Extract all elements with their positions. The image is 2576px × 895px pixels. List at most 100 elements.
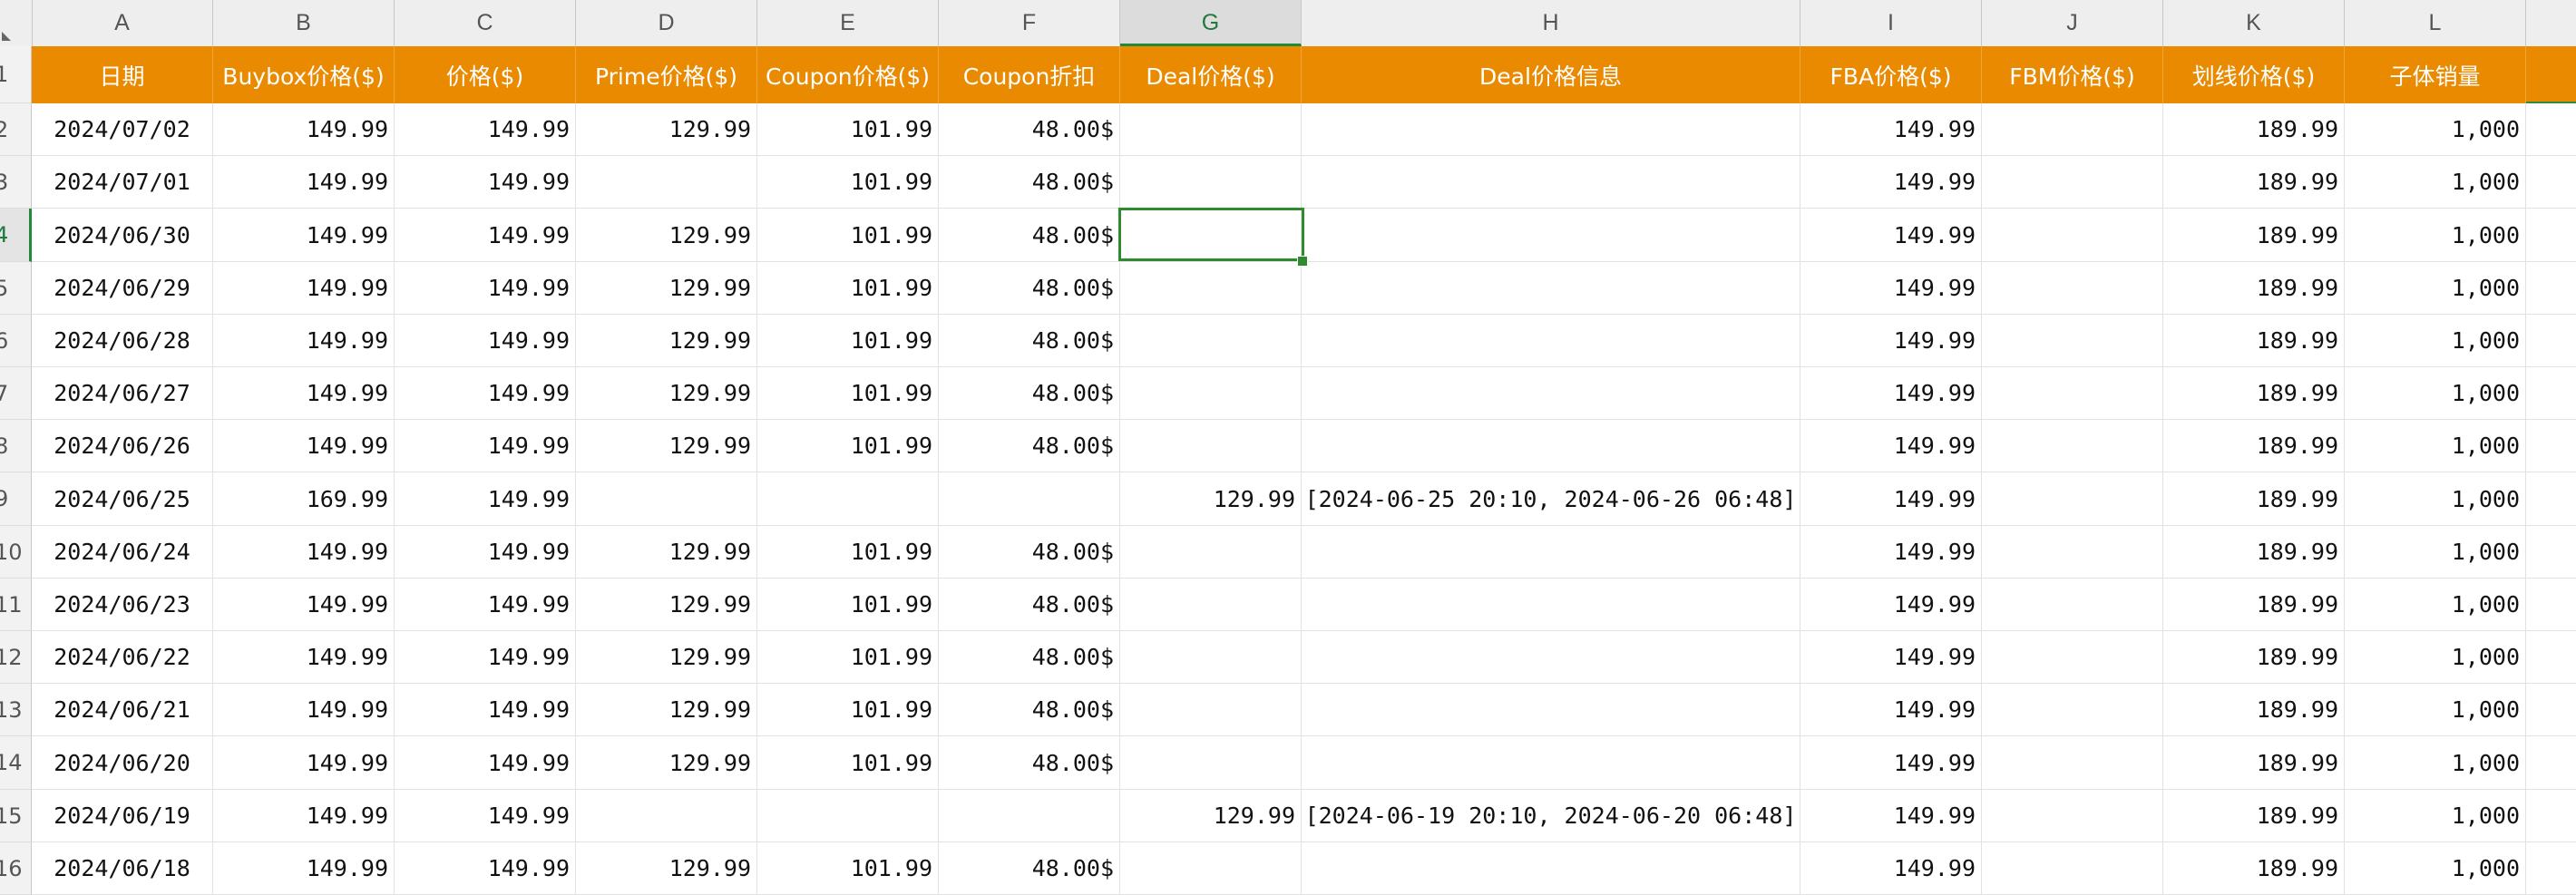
- fill-handle[interactable]: [1297, 256, 1308, 267]
- cell-a5[interactable]: 2024/06/29: [32, 262, 213, 315]
- cell-d9[interactable]: [576, 472, 757, 526]
- cell-c8[interactable]: 149.99: [395, 420, 576, 472]
- cell-h5[interactable]: [1302, 262, 1800, 315]
- cell-b9[interactable]: 169.99: [213, 472, 395, 526]
- cell-d5[interactable]: 129.99: [576, 262, 757, 315]
- cell-j3[interactable]: [1982, 156, 2163, 209]
- column-header-f[interactable]: F: [939, 0, 1120, 46]
- cell-a2[interactable]: 2024/07/02: [32, 103, 213, 156]
- cell-g12[interactable]: [1120, 631, 1302, 684]
- cell-a9[interactable]: 2024/06/25: [32, 472, 213, 526]
- cell-g10[interactable]: [1120, 526, 1302, 579]
- cell-c2[interactable]: 149.99: [395, 103, 576, 156]
- cell-f4[interactable]: 48.00$: [939, 209, 1120, 262]
- cell-g8[interactable]: [1120, 420, 1302, 472]
- cell-l4[interactable]: 1,000: [2345, 209, 2526, 262]
- cell-d15[interactable]: [576, 790, 757, 842]
- cell-f11[interactable]: 48.00$: [939, 579, 1120, 631]
- cell-k2[interactable]: 189.99: [2163, 103, 2345, 156]
- cell-i9[interactable]: 149.99: [1800, 472, 1982, 526]
- cell-a3[interactable]: 2024/07/01: [32, 156, 213, 209]
- cell-m9[interactable]: [2526, 472, 2576, 526]
- cell-b13[interactable]: 149.99: [213, 684, 395, 736]
- cell-d2[interactable]: 129.99: [576, 103, 757, 156]
- column-header-i[interactable]: I: [1800, 0, 1982, 46]
- select-all-corner[interactable]: [0, 0, 33, 46]
- cell-i15[interactable]: 149.99: [1800, 790, 1982, 842]
- cell-c11[interactable]: 149.99: [395, 579, 576, 631]
- cell-f5[interactable]: 48.00$: [939, 262, 1120, 315]
- cell-c5[interactable]: 149.99: [395, 262, 576, 315]
- cell-m7[interactable]: [2526, 367, 2576, 420]
- cell-a16[interactable]: 2024/06/18: [32, 842, 213, 895]
- cell-h9[interactable]: [2024-06-25 20:10, 2024-06-26 06:48]: [1302, 472, 1800, 526]
- row-header-13[interactable]: 13: [0, 684, 32, 736]
- cell-g4[interactable]: [1120, 209, 1302, 262]
- cell-i4[interactable]: 149.99: [1800, 209, 1982, 262]
- cell-k13[interactable]: 189.99: [2163, 684, 2345, 736]
- cell-l7[interactable]: 1,000: [2345, 367, 2526, 420]
- header-cell-k[interactable]: 划线价格($): [2163, 46, 2345, 103]
- cell-e13[interactable]: 101.99: [757, 684, 939, 736]
- cell-m6[interactable]: [2526, 315, 2576, 367]
- cell-b11[interactable]: 149.99: [213, 579, 395, 631]
- cell-k3[interactable]: 189.99: [2163, 156, 2345, 209]
- cell-k6[interactable]: 189.99: [2163, 315, 2345, 367]
- column-header-k[interactable]: K: [2163, 0, 2345, 46]
- column-header-a[interactable]: A: [32, 0, 213, 46]
- cell-b10[interactable]: 149.99: [213, 526, 395, 579]
- cell-e10[interactable]: 101.99: [757, 526, 939, 579]
- row-header-8[interactable]: 8: [0, 420, 32, 472]
- cell-a4[interactable]: 2024/06/30: [32, 209, 213, 262]
- cell-c6[interactable]: 149.99: [395, 315, 576, 367]
- cell-e2[interactable]: 101.99: [757, 103, 939, 156]
- cell-d10[interactable]: 129.99: [576, 526, 757, 579]
- row-header-7[interactable]: 7: [0, 367, 32, 420]
- cell-c3[interactable]: 149.99: [395, 156, 576, 209]
- row-header-9[interactable]: 9: [0, 472, 32, 526]
- cell-f10[interactable]: 48.00$: [939, 526, 1120, 579]
- cell-i5[interactable]: 149.99: [1800, 262, 1982, 315]
- cell-k10[interactable]: 189.99: [2163, 526, 2345, 579]
- cell-l13[interactable]: 1,000: [2345, 684, 2526, 736]
- cell-g6[interactable]: [1120, 315, 1302, 367]
- cell-i8[interactable]: 149.99: [1800, 420, 1982, 472]
- column-header-l[interactable]: L: [2345, 0, 2526, 46]
- cell-h12[interactable]: [1302, 631, 1800, 684]
- cell-e3[interactable]: 101.99: [757, 156, 939, 209]
- cell-m2[interactable]: [2526, 103, 2576, 156]
- cell-m8[interactable]: [2526, 420, 2576, 472]
- cell-a14[interactable]: 2024/06/20: [32, 736, 213, 790]
- row-header-16[interactable]: 16: [0, 842, 32, 895]
- column-header-h[interactable]: H: [1302, 0, 1800, 46]
- cell-a6[interactable]: 2024/06/28: [32, 315, 213, 367]
- cell-i7[interactable]: 149.99: [1800, 367, 1982, 420]
- row-header-1[interactable]: 1: [0, 46, 32, 103]
- column-header-d[interactable]: D: [576, 0, 757, 46]
- cell-m16[interactable]: [2526, 842, 2576, 895]
- cell-m4[interactable]: [2526, 209, 2576, 262]
- cell-b4[interactable]: 149.99: [213, 209, 395, 262]
- cell-l5[interactable]: 1,000: [2345, 262, 2526, 315]
- cell-b3[interactable]: 149.99: [213, 156, 395, 209]
- cell-d6[interactable]: 129.99: [576, 315, 757, 367]
- row-header-12[interactable]: 12: [0, 631, 32, 684]
- cell-g5[interactable]: [1120, 262, 1302, 315]
- cell-j13[interactable]: [1982, 684, 2163, 736]
- row-header-4[interactable]: 4: [0, 209, 32, 262]
- cell-k14[interactable]: 189.99: [2163, 736, 2345, 790]
- cell-b12[interactable]: 149.99: [213, 631, 395, 684]
- cell-f7[interactable]: 48.00$: [939, 367, 1120, 420]
- cell-b7[interactable]: 149.99: [213, 367, 395, 420]
- cell-e9[interactable]: [757, 472, 939, 526]
- cell-k15[interactable]: 189.99: [2163, 790, 2345, 842]
- column-header-c[interactable]: C: [395, 0, 576, 46]
- cell-h13[interactable]: [1302, 684, 1800, 736]
- cell-b5[interactable]: 149.99: [213, 262, 395, 315]
- cell-l6[interactable]: 1,000: [2345, 315, 2526, 367]
- row-header-10[interactable]: 10: [0, 526, 32, 579]
- cell-m3[interactable]: [2526, 156, 2576, 209]
- cell-e11[interactable]: 101.99: [757, 579, 939, 631]
- cell-j9[interactable]: [1982, 472, 2163, 526]
- cell-a8[interactable]: 2024/06/26: [32, 420, 213, 472]
